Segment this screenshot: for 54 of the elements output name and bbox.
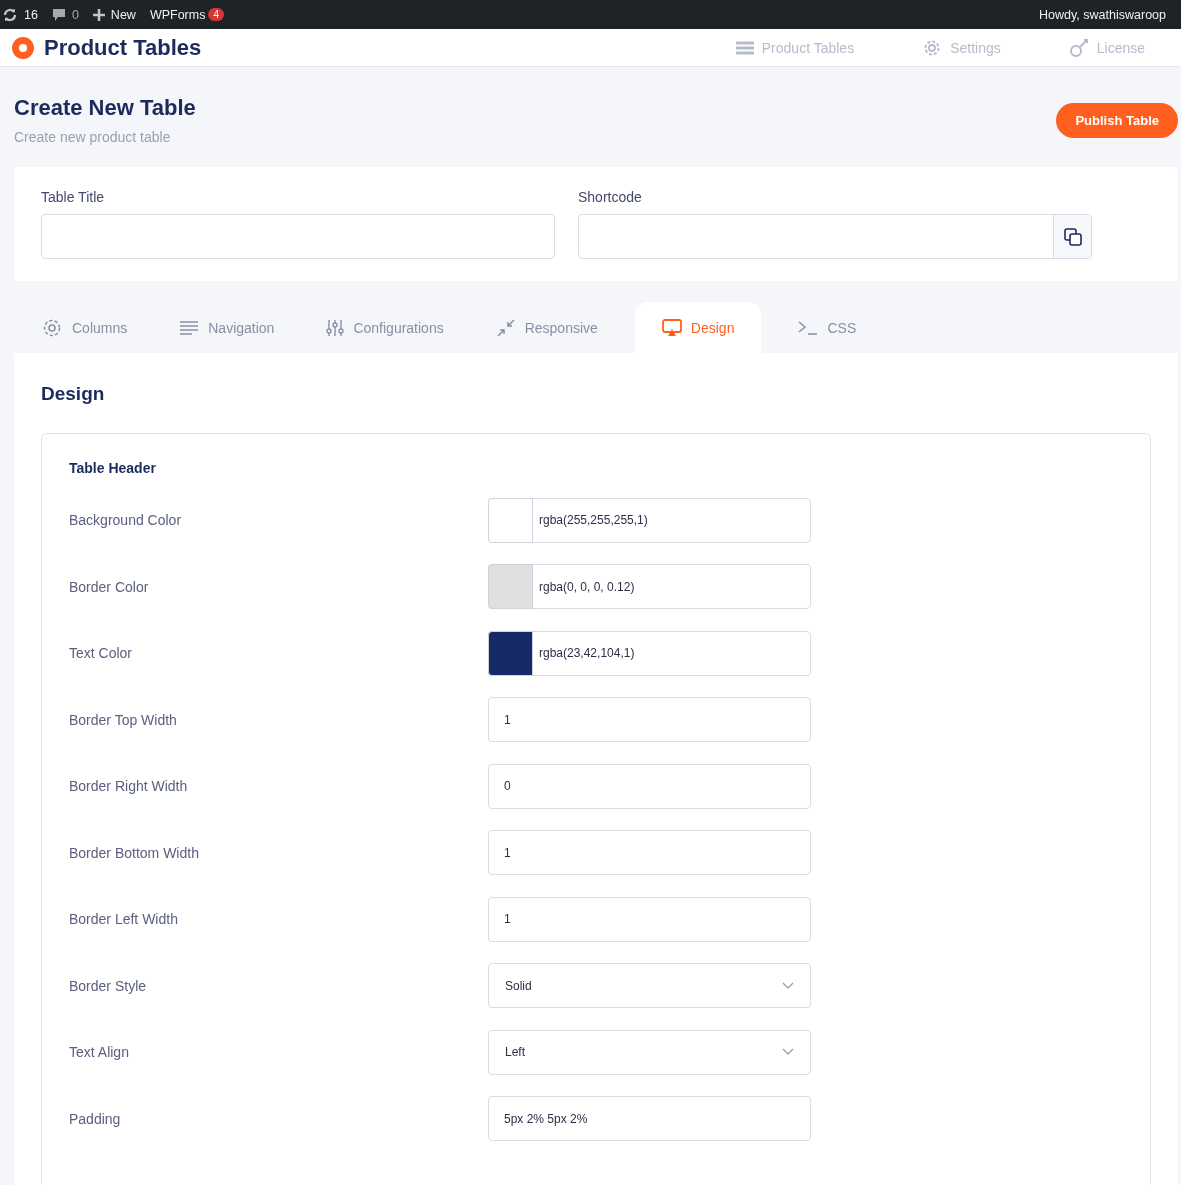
select-field[interactable]: Left <box>488 1029 811 1075</box>
input-field[interactable]: 1 <box>488 896 811 942</box>
color-field[interactable]: rgba(255,255,255,1) <box>488 497 811 543</box>
updates-link[interactable]: 16 <box>0 7 44 22</box>
key-icon <box>1068 37 1089 58</box>
field-label: Border Bottom Width <box>69 844 200 861</box>
color-swatch[interactable] <box>488 564 533 609</box>
field-label: Shortcode <box>578 189 643 205</box>
select-field[interactable]: Solid <box>488 963 811 1008</box>
new-link[interactable]: New <box>90 7 142 22</box>
comment-icon <box>51 7 66 22</box>
input-field[interactable]: 1 <box>488 830 811 875</box>
plugin-title: Product Tables <box>44 34 202 61</box>
field-label: Background Color <box>69 512 183 528</box>
color-swatch[interactable] <box>488 630 533 676</box>
comments-count: 0 <box>71 7 79 22</box>
chevron-down-icon <box>782 981 794 990</box>
color-swatch[interactable] <box>488 497 533 543</box>
shrink-icon <box>495 317 516 338</box>
lines-icon <box>179 320 200 335</box>
copy-button[interactable] <box>1053 215 1091 258</box>
account-greeting[interactable]: Howdy, swathiswaroop <box>1037 7 1172 22</box>
title-field[interactable] <box>41 214 555 259</box>
color-field[interactable]: rgba(23,42,104,1) <box>488 630 811 676</box>
field-label: Border Color <box>69 578 150 595</box>
list-icon <box>735 40 754 55</box>
copy-icon <box>1062 226 1083 247</box>
terminal-icon <box>798 320 819 335</box>
input-field[interactable]: 1 <box>488 697 811 742</box>
input-field[interactable]: 0 <box>488 763 811 809</box>
updates-count: 16 <box>24 7 38 22</box>
input-field[interactable]: 5px 2% 5px 2% <box>488 1096 811 1141</box>
sliders-icon <box>326 318 345 337</box>
field-label: Border Style <box>69 977 148 994</box>
field-label: Text Align <box>69 1044 130 1060</box>
field-label: Table Title <box>41 189 106 205</box>
page-subtitle: Create new product table <box>14 129 172 145</box>
group-title: Table Header <box>69 460 157 476</box>
field-label: Padding <box>69 1110 122 1127</box>
chevron-down-icon <box>782 1048 794 1056</box>
field-label: Text Color <box>69 645 134 661</box>
plus-icon <box>92 8 105 21</box>
notification-badge: 4 <box>208 8 224 21</box>
field-label: Border Right Width <box>69 778 189 794</box>
field-label: Border Left Width <box>69 911 179 927</box>
field-label: Border Top Width <box>69 711 178 728</box>
screen-icon <box>661 318 682 337</box>
color-field[interactable]: rgba(0, 0, 0, 0.12) <box>488 564 811 609</box>
logo-icon <box>12 36 34 59</box>
refresh-icon <box>2 7 18 22</box>
section-title: Design <box>41 383 106 405</box>
comments-link[interactable]: 0 <box>49 7 85 22</box>
page-title: Create New Table <box>14 95 196 121</box>
shortcode-field[interactable] <box>578 214 1092 259</box>
